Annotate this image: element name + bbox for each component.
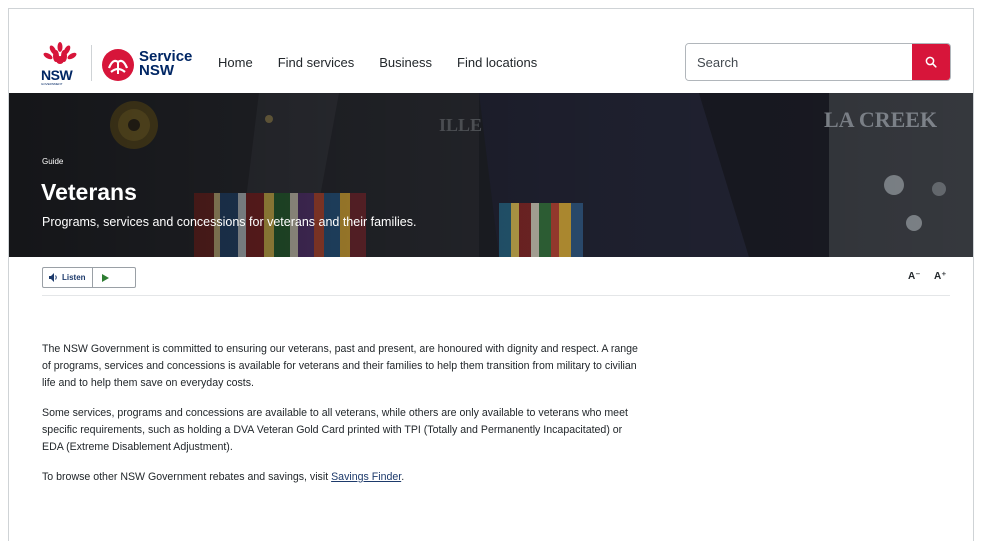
savings-finder-link[interactable]: Savings Finder (331, 471, 401, 483)
hero-label: Guide (42, 157, 64, 166)
eligibility-paragraph: Some services, programs and concessions … (42, 407, 628, 453)
font-increase-button[interactable]: A⁺ (934, 271, 947, 282)
hero-background-image: LA CREEK ILLE (9, 93, 973, 257)
play-icon (102, 273, 110, 282)
listen-label: Listen (62, 273, 86, 282)
listen-button[interactable]: Listen (43, 268, 93, 287)
nav-home[interactable]: Home (218, 55, 253, 70)
savings-suffix: . (401, 471, 405, 483)
nav-find-locations[interactable]: Find locations (457, 55, 537, 70)
search-button[interactable] (912, 44, 950, 80)
search-box (685, 43, 951, 81)
page-title: Veterans (41, 179, 137, 205)
nav-business[interactable]: Business (379, 55, 432, 70)
nav-find-services[interactable]: Find services (278, 55, 355, 70)
speaker-icon (49, 273, 57, 282)
site-header: NSW GOVERNMENT Service NSW Home Find ser… (9, 9, 973, 93)
listen-widget: Listen (42, 267, 136, 288)
logo-divider (91, 45, 92, 81)
service-nsw-logo-text[interactable]: Service NSW (139, 49, 192, 79)
toolbar-divider (42, 295, 950, 296)
intro-paragraph: The NSW Government is committed to ensur… (42, 343, 638, 389)
savings-paragraph: To browse other NSW Government rebates a… (42, 469, 642, 486)
browser-page: NSW GOVERNMENT Service NSW Home Find ser… (8, 8, 974, 541)
nsw-logo-text: NSW (41, 67, 73, 83)
font-decrease-button[interactable]: A⁻ (908, 271, 921, 282)
main-content: The NSW Government is committed to ensur… (42, 341, 642, 499)
search-icon (925, 56, 937, 68)
main-nav: Home Find services Business Find locatio… (218, 55, 562, 70)
nsw-logo-subtext: GOVERNMENT (41, 82, 63, 86)
savings-text: To browse other NSW Government rebates a… (42, 471, 332, 483)
service-nsw-logo-line2: NSW (139, 62, 174, 79)
search-input[interactable] (686, 44, 914, 80)
service-nsw-logo-icon[interactable] (101, 48, 135, 82)
play-button[interactable] (93, 268, 119, 287)
hero-banner: LA CREEK ILLE (9, 93, 973, 257)
page-subtitle: Programs, services and concessions for v… (42, 215, 417, 229)
